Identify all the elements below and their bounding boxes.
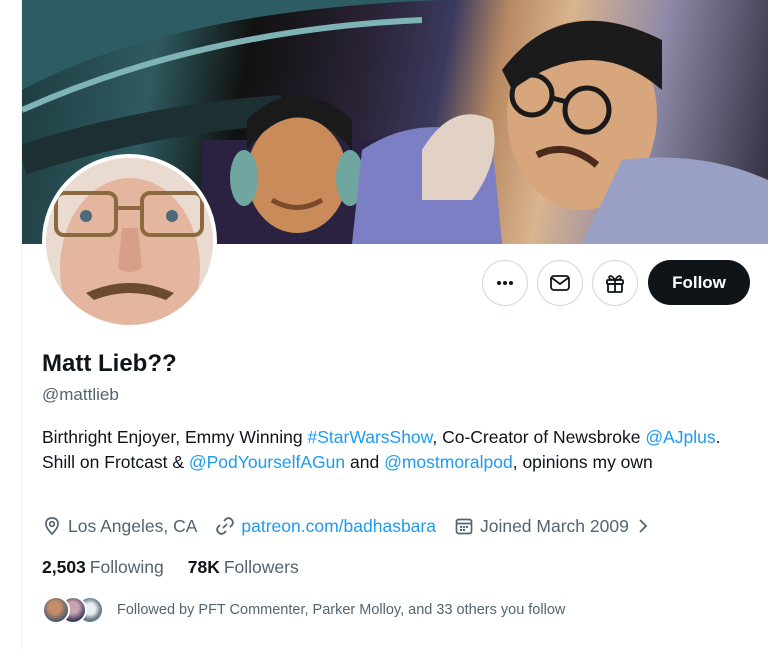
bio-text: and	[345, 452, 385, 472]
more-horizontal-icon	[497, 281, 513, 285]
bio-text: , opinions my own	[512, 452, 653, 472]
profile-meta: Los Angeles, CA patreon.com/badhasbara J…	[42, 514, 675, 538]
location-pin-icon	[45, 517, 59, 536]
profile-avatar[interactable]	[42, 154, 217, 329]
bio-text: Birthright Enjoyer, Emmy Winning	[42, 427, 308, 447]
envelope-icon	[550, 275, 570, 291]
more-button[interactable]	[482, 260, 528, 306]
display-name: Matt Lieb??	[42, 350, 177, 377]
gift-button[interactable]	[592, 260, 638, 306]
mention-link[interactable]: @mostmoralpod	[384, 452, 513, 472]
message-button[interactable]	[537, 260, 583, 306]
followers-stat[interactable]: 78K Followers	[188, 557, 299, 578]
follow-button[interactable]: Follow	[648, 260, 750, 305]
hashtag-link[interactable]: #StarWarsShow	[308, 427, 433, 447]
avatar-illustration	[46, 158, 213, 325]
link-icon	[216, 517, 235, 535]
followers-label: Followers	[223, 557, 299, 577]
follower-avatars	[42, 596, 104, 624]
gift-icon	[606, 275, 624, 293]
following-stat[interactable]: 2,503 Following	[42, 557, 164, 578]
profile-stats: 2,503 Following 78K Followers	[42, 557, 323, 578]
website-link[interactable]: patreon.com/badhasbara	[241, 516, 436, 537]
profile-bio: Birthright Enjoyer, Emmy Winning #StarWa…	[42, 425, 742, 475]
website-item[interactable]: patreon.com/badhasbara	[215, 516, 436, 537]
chevron-right-icon	[639, 519, 648, 533]
followers-count: 78K	[187, 557, 220, 577]
location-text: Los Angeles, CA	[68, 515, 198, 536]
followed-by-text: Followed by PFT Commenter, Parker Molloy…	[117, 602, 566, 618]
user-handle: @mattlieb	[42, 385, 119, 404]
mention-link[interactable]: @PodYourselfAGun	[189, 452, 345, 472]
calendar-icon	[455, 518, 473, 535]
mention-link[interactable]: @AJplus	[645, 427, 715, 447]
following-count: 2,503	[42, 557, 86, 577]
joined-text: Joined March 2009	[479, 515, 629, 536]
location-item: Los Angeles, CA	[42, 516, 197, 537]
avatar	[42, 596, 70, 624]
followed-by[interactable]: Followed by PFT Commenter, Parker Molloy…	[42, 596, 565, 624]
joined-item[interactable]: Joined March 2009	[454, 516, 657, 537]
bio-text: , Co-Creator of Newsbroke	[432, 427, 646, 447]
following-label: Following	[89, 557, 164, 577]
